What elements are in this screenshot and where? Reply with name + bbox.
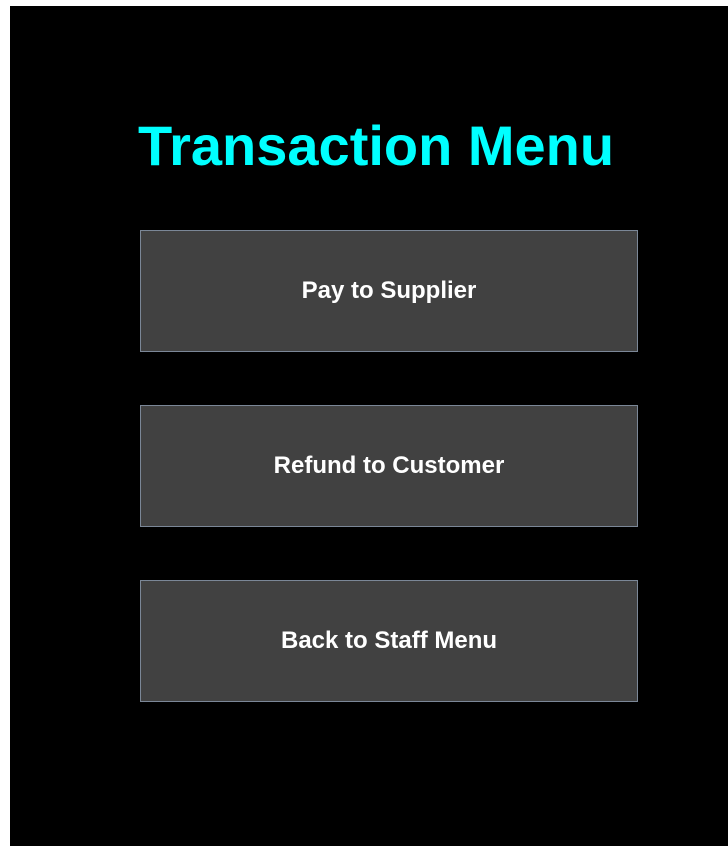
pay-to-supplier-button[interactable]: Pay to Supplier (140, 230, 638, 352)
transaction-menu-window: Transaction Menu Pay to Supplier Refund … (10, 6, 728, 846)
back-to-staff-menu-button[interactable]: Back to Staff Menu (140, 580, 638, 702)
page-title: Transaction Menu (138, 114, 615, 177)
refund-to-customer-button[interactable]: Refund to Customer (140, 405, 638, 527)
